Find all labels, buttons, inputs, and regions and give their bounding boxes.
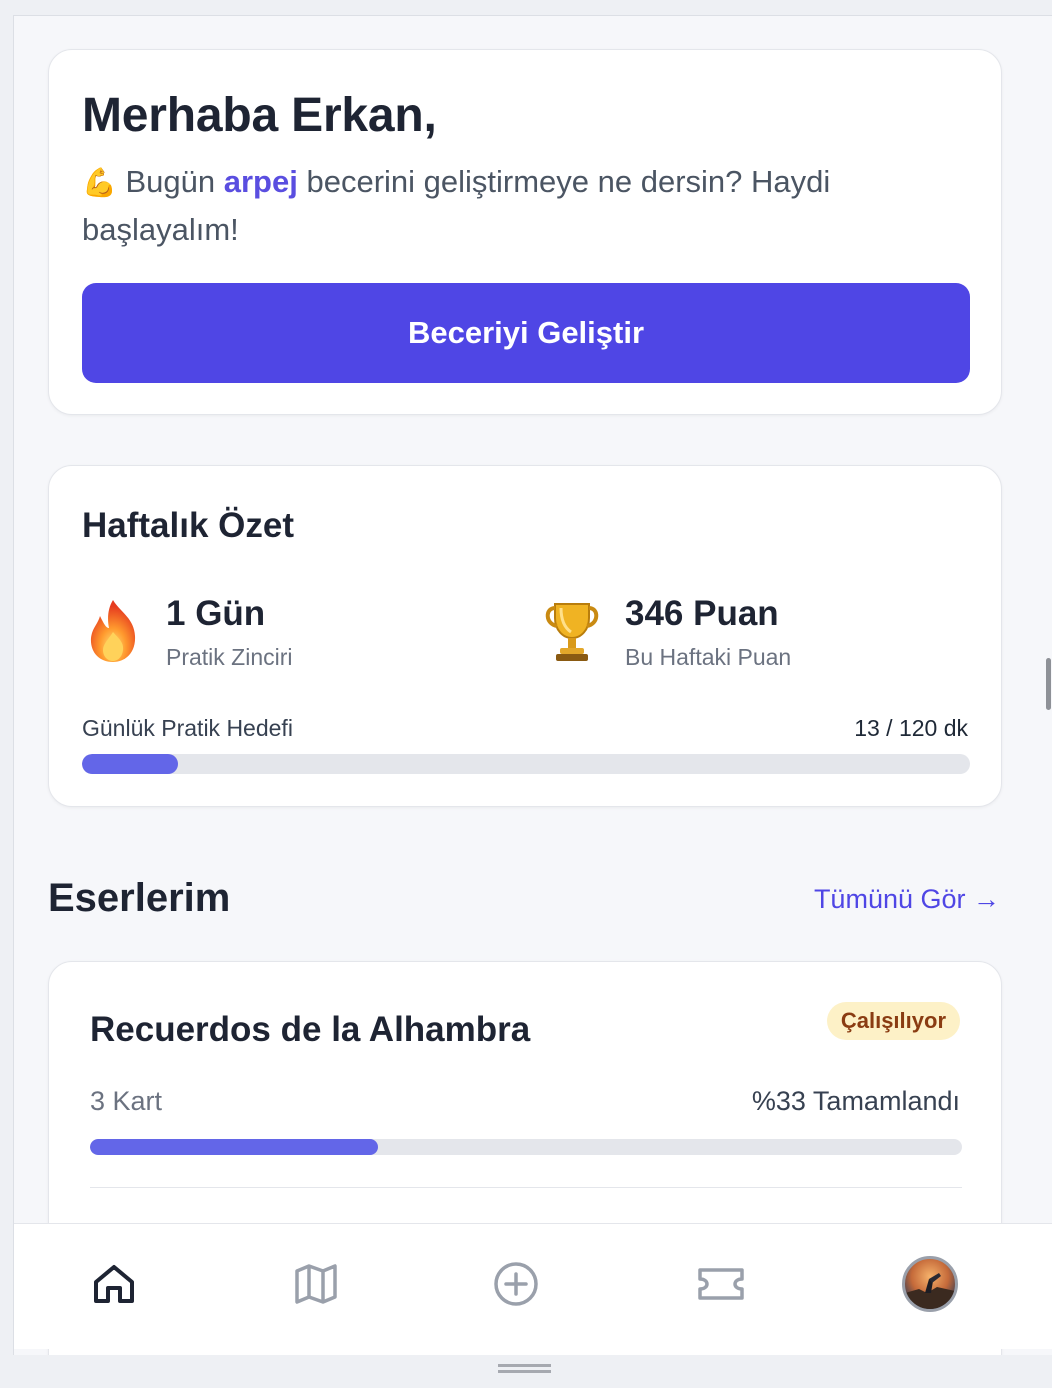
avatar-photo <box>905 1273 955 1309</box>
nav-map[interactable] <box>286 1254 346 1314</box>
daily-goal-progress-bar <box>82 754 970 774</box>
flexed-biceps-icon: 💪 <box>82 166 117 199</box>
work-card-count: 3 Kart <box>90 1086 163 1116</box>
work-progress-text: %33 Tamamlandı <box>751 1086 960 1116</box>
work-progress-fill <box>90 1139 378 1155</box>
scrollbar-thumb[interactable] <box>1046 658 1051 710</box>
trophy-icon <box>545 603 599 661</box>
drag-handle[interactable] <box>498 1364 551 1373</box>
daily-goal-label: Günlük Pratik Hedefi <box>82 715 293 741</box>
works-section-title: Eserlerim <box>48 876 231 920</box>
nav-profile[interactable] <box>900 1254 960 1314</box>
weekly-summary-title: Haftalık Özet <box>82 506 294 545</box>
weekly-summary-card: Haftalık Özet 1 Gün Pratik Zinciri 346 P… <box>48 465 1002 807</box>
streak-label: Pratik Zinciri <box>166 644 293 670</box>
work-progress-bar <box>90 1139 962 1155</box>
ticket-icon <box>698 1268 744 1300</box>
improve-skill-button[interactable]: Beceriyi Geliştir <box>82 283 970 383</box>
daily-goal-value: 13 / 120 dk <box>854 715 968 741</box>
nav-home[interactable] <box>84 1254 144 1314</box>
points-value: 346 Puan <box>625 594 779 633</box>
greeting-text-before: Bugün <box>116 164 224 199</box>
map-icon <box>295 1264 337 1304</box>
avatar <box>902 1256 958 1312</box>
app-frame: Merhaba Erkan, 💪 Bugün arpej becerini ge… <box>13 15 1052 1355</box>
status-badge: Çalışılıyor <box>826 1002 960 1040</box>
see-all-link[interactable]: Tümünü Gör → <box>814 884 1000 915</box>
nav-ticket[interactable] <box>691 1254 751 1314</box>
greeting-message: 💪 Bugün arpej becerini geliştirmeye ne d… <box>82 158 962 253</box>
greeting-card: Merhaba Erkan, 💪 Bugün arpej becerini ge… <box>48 49 1002 415</box>
nav-add[interactable] <box>486 1254 546 1314</box>
daily-goal-progress-fill <box>82 754 179 774</box>
streak-value: 1 Gün <box>166 594 266 633</box>
greeting-title: Merhaba Erkan, <box>82 89 437 142</box>
fire-icon <box>90 600 136 662</box>
plus-circle-icon <box>494 1262 538 1306</box>
work-title: Recuerdos de la Alhambra <box>90 1010 531 1049</box>
points-stat: 346 Puan Bu Haftaki Puan <box>541 594 961 674</box>
bottom-nav <box>14 1223 1052 1349</box>
streak-stat: 1 Gün Pratik Zinciri <box>82 594 502 674</box>
divider <box>90 1187 962 1188</box>
points-label: Bu Haftaki Puan <box>625 644 792 670</box>
greeting-skill: arpej <box>223 164 298 199</box>
home-icon <box>94 1265 134 1303</box>
